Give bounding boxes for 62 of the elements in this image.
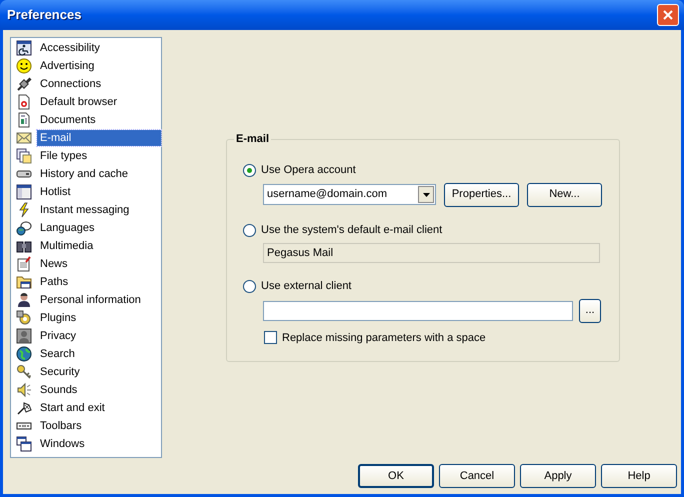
category-item[interactable]: Accessibility <box>37 40 161 56</box>
smiley-icon <box>16 58 32 74</box>
document-icon <box>16 112 32 128</box>
close-icon <box>662 9 674 21</box>
category-item[interactable]: Documents <box>37 112 161 128</box>
envelope-icon <box>16 130 32 146</box>
category-item[interactable]: History and cache <box>37 166 161 182</box>
option-label: Use external client <box>261 279 352 294</box>
radio-button[interactable] <box>243 280 256 293</box>
category-item[interactable]: Plugins <box>37 310 161 326</box>
category-item[interactable]: Privacy <box>37 328 161 344</box>
dropdown-value: username@domain.com <box>267 187 387 202</box>
checkbox-label: Replace missing parameters with a space <box>282 330 486 346</box>
category-item[interactable]: E-mail <box>37 130 161 146</box>
account-dropdown[interactable]: username@domain.com <box>263 184 436 205</box>
category-item[interactable]: Start and exit <box>37 400 161 416</box>
category-item[interactable]: Instant messaging <box>37 202 161 218</box>
category-item[interactable]: Connections <box>37 76 161 92</box>
person-icon <box>16 292 32 308</box>
client-field: Pegasus Mail <box>263 242 600 262</box>
speech-bubble-icon <box>16 220 32 236</box>
category-item[interactable]: Search <box>37 346 161 362</box>
dialog-button[interactable]: OK <box>358 464 434 488</box>
dialog-button[interactable]: ... <box>579 298 601 322</box>
windows-icon <box>16 436 32 452</box>
radio-button[interactable] <box>243 224 256 237</box>
category-item[interactable]: File types <box>37 148 161 164</box>
dialog-button[interactable]: Help <box>601 464 677 488</box>
folder-icon <box>16 274 32 290</box>
category-item[interactable]: Hotlist <box>37 184 161 200</box>
category-item[interactable]: Toolbars <box>37 418 161 434</box>
panel-icon <box>16 184 32 200</box>
group-title: E-mail <box>235 132 270 147</box>
dialog-button[interactable]: Properties... <box>444 182 519 206</box>
dialog-button[interactable]: Cancel <box>439 464 515 488</box>
dialog-button[interactable]: Apply <box>520 464 596 488</box>
key-icon <box>16 364 32 380</box>
accessibility-icon <box>16 40 32 56</box>
dialog-button[interactable]: New... <box>527 182 602 206</box>
globe-icon <box>16 346 32 362</box>
close-button[interactable] <box>657 4 679 26</box>
speaker-icon <box>16 382 32 398</box>
window-title: Preferences <box>7 6 82 24</box>
notepad-icon <box>16 256 32 272</box>
category-item[interactable]: Languages <box>37 220 161 236</box>
files-icon <box>16 148 32 164</box>
category-item[interactable]: Default browser <box>37 94 161 110</box>
category-item[interactable]: Multimedia <box>37 238 161 254</box>
radio-button[interactable] <box>243 164 256 177</box>
category-item[interactable]: Windows <box>37 436 161 452</box>
category-item[interactable]: Personal information <box>37 292 161 308</box>
checkbox[interactable] <box>264 331 277 344</box>
category-item[interactable]: Advertising <box>37 58 161 74</box>
category-item[interactable]: Sounds <box>37 382 161 398</box>
option-label: Use Opera account <box>261 163 356 178</box>
option-label: Use the system's default e-mail client <box>261 223 442 238</box>
category-item[interactable]: News <box>37 256 161 272</box>
client-path-field[interactable] <box>263 300 573 320</box>
silhouette-icon <box>16 328 32 344</box>
category-item[interactable]: Paths <box>37 274 161 290</box>
document-icon <box>16 94 32 110</box>
category-item[interactable]: Security <box>37 364 161 380</box>
